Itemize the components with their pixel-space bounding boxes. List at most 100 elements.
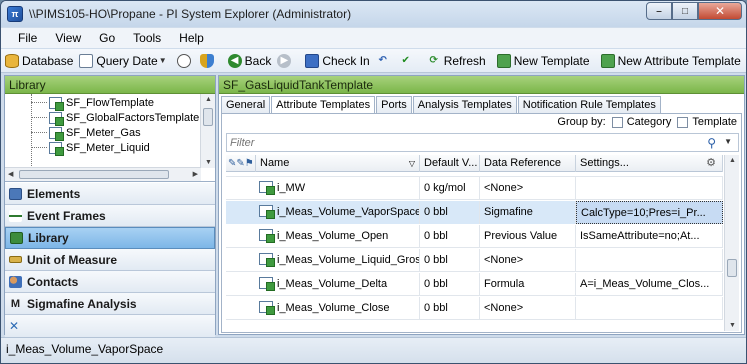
row-data-reference: <None> — [480, 297, 576, 320]
query-date-button[interactable]: Query Date ▼ — [79, 53, 170, 68]
scroll-right-icon[interactable]: ▶ — [193, 170, 198, 178]
gear-icon[interactable]: ⚙ — [706, 155, 716, 172]
column-default-value[interactable]: Default V... — [420, 155, 480, 172]
new-template-label: New Template — [513, 53, 590, 68]
nav-contacts[interactable]: Contacts — [5, 271, 215, 293]
filter-funnel-icon[interactable]: ▽ — [409, 155, 415, 172]
table-row[interactable]: i_Meas_Volume_Close 0 bbl <None> — [226, 297, 723, 320]
scroll-thumb[interactable] — [203, 108, 213, 126]
tab-attribute-templates[interactable]: Attribute Templates — [271, 96, 376, 114]
clock-button[interactable] — [176, 53, 194, 68]
chevron-down-icon[interactable]: ▼ — [724, 137, 732, 146]
template-detail-pane: SF_GasLiquidTankTemplate General Attribu… — [218, 75, 745, 335]
tab-notification-rule-templates[interactable]: Notification Rule Templates — [517, 96, 661, 113]
database-label: Database — [22, 53, 74, 68]
tree-vertical-scrollbar[interactable]: ▲ ▼ — [200, 94, 215, 168]
row-name: i_Meas_Volume_Liquid_Gross — [277, 254, 420, 266]
row-default: 0 bbl — [420, 225, 480, 248]
row-settings: A=i_Meas_Volume_Clos... — [576, 273, 723, 296]
table-row[interactable]: i_Meas_Volume_Open 0 bbl Previous Value … — [226, 225, 723, 248]
minimize-button[interactable]: – — [646, 2, 672, 20]
library-icon — [10, 232, 23, 244]
scroll-down-icon[interactable]: ▼ — [205, 159, 212, 166]
scroll-thumb[interactable] — [727, 259, 737, 277]
tree-item[interactable]: SF_Meter_Gas — [31, 125, 141, 141]
shield-icon — [199, 53, 214, 68]
undo-button[interactable]: ↶ — [376, 54, 393, 68]
scroll-down-icon[interactable]: ▼ — [729, 322, 736, 329]
attribute-template-icon — [259, 253, 275, 267]
elements-icon — [9, 187, 22, 200]
row-default: 0 bbl — [420, 297, 480, 320]
new-template-button[interactable]: New Template — [496, 53, 590, 68]
tab-ports[interactable]: Ports — [376, 96, 412, 113]
library-header: Library — [5, 76, 215, 94]
check-in-icon — [305, 53, 320, 68]
tree-item[interactable]: SF_Meter_Liquid — [31, 140, 150, 156]
back-arrow-icon: ◀ — [227, 53, 242, 68]
element-template-icon — [49, 111, 64, 126]
menu-go[interactable]: Go — [90, 31, 124, 45]
check-in-label: Check In — [322, 53, 370, 68]
close-button[interactable]: ✕ — [698, 2, 742, 20]
column-data-reference[interactable]: Data Reference — [480, 155, 576, 172]
attribute-template-icon — [259, 229, 275, 243]
row-settings[interactable]: CalcType=10;Pres=i_Pr... — [576, 201, 723, 224]
row-data-reference: Sigmafine — [480, 201, 576, 224]
menu-file[interactable]: File — [1, 31, 46, 45]
nav-library[interactable]: Library — [5, 227, 215, 249]
category-label: Category — [626, 116, 672, 128]
toolbar: Database Query Date ▼ ◀ Back ▶ Check In … — [1, 49, 746, 73]
maximize-button[interactable]: □ — [672, 2, 698, 20]
grid-vertical-scrollbar[interactable]: ▲ ▼ — [724, 155, 739, 331]
template-header: SF_GasLiquidTankTemplate — [219, 76, 744, 94]
menu-view[interactable]: View — [46, 31, 90, 45]
column-settings[interactable]: Settings... ⚙ — [576, 155, 723, 172]
contacts-icon — [9, 275, 22, 288]
filter-input[interactable] — [227, 136, 677, 149]
table-row-selected[interactable]: i_Meas_Volume_VaporSpace 0 bbl Sigmafine… — [226, 201, 723, 224]
chevron-down-icon[interactable]: ▼ — [159, 56, 167, 65]
grid-tool-icons[interactable]: ✎✎⚑ — [226, 155, 256, 172]
scroll-up-icon[interactable]: ▲ — [729, 157, 736, 164]
tree-item[interactable]: SF_GlobalFactorsTemplate — [31, 110, 199, 126]
element-template-icon — [49, 126, 64, 141]
tools-icon[interactable]: ✕ — [9, 320, 22, 332]
title-bar: π \\PIMS105-HO\Propane - PI System Explo… — [1, 1, 746, 27]
tab-general[interactable]: General — [221, 96, 271, 113]
nav-event-frames[interactable]: Event Frames — [5, 205, 215, 227]
table-row[interactable]: i_MW 0 kg/mol <None> — [226, 177, 723, 200]
forward-button[interactable]: ▶ — [277, 53, 294, 68]
check-in-button[interactable]: Check In — [305, 53, 370, 68]
window-title: \\PIMS105-HO\Propane - PI System Explore… — [29, 7, 352, 21]
back-button[interactable]: ◀ Back — [227, 53, 271, 68]
new-template-icon — [496, 53, 511, 68]
undo-icon: ↶ — [378, 54, 387, 66]
table-row[interactable]: i_Meas_Volume_Liquid_Gross 0 bbl <None> — [226, 249, 723, 272]
menu-tools[interactable]: Tools — [124, 31, 170, 45]
search-icon[interactable]: ⚲ — [707, 136, 716, 150]
tree-horizontal-scrollbar[interactable]: ◀ ▶ — [5, 167, 201, 181]
scroll-up-icon[interactable]: ▲ — [205, 96, 212, 103]
nav-unit-of-measure[interactable]: Unit of Measure — [5, 249, 215, 271]
tree-item[interactable]: SF_FlowTemplate — [31, 95, 154, 111]
nav-elements[interactable]: Elements — [5, 183, 215, 205]
attribute-template-icon — [259, 301, 275, 315]
new-attribute-template-button[interactable]: New Attribute Template — [600, 53, 741, 68]
tab-analysis-templates[interactable]: Analysis Templates — [412, 96, 517, 113]
apply-button[interactable]: ✔ — [399, 54, 416, 68]
row-default: 0 bbl — [420, 249, 480, 272]
scroll-thumb[interactable] — [19, 170, 169, 179]
security-button[interactable] — [199, 53, 217, 68]
scroll-left-icon[interactable]: ◀ — [8, 170, 13, 178]
refresh-button[interactable]: ⟳ Refresh — [427, 54, 486, 68]
template-checkbox[interactable] — [677, 116, 689, 128]
element-template-icon — [49, 96, 64, 111]
nav-sigmafine-analysis[interactable]: M Sigmafine Analysis — [5, 293, 215, 315]
menu-help[interactable]: Help — [170, 31, 213, 45]
database-button[interactable]: Database — [5, 53, 74, 68]
category-checkbox[interactable] — [611, 116, 623, 128]
column-name[interactable]: Name ▽ — [256, 155, 420, 172]
table-row[interactable]: i_Meas_Volume_Delta 0 bbl Formula A=i_Me… — [226, 273, 723, 296]
nav-contacts-label: Contacts — [27, 274, 79, 289]
